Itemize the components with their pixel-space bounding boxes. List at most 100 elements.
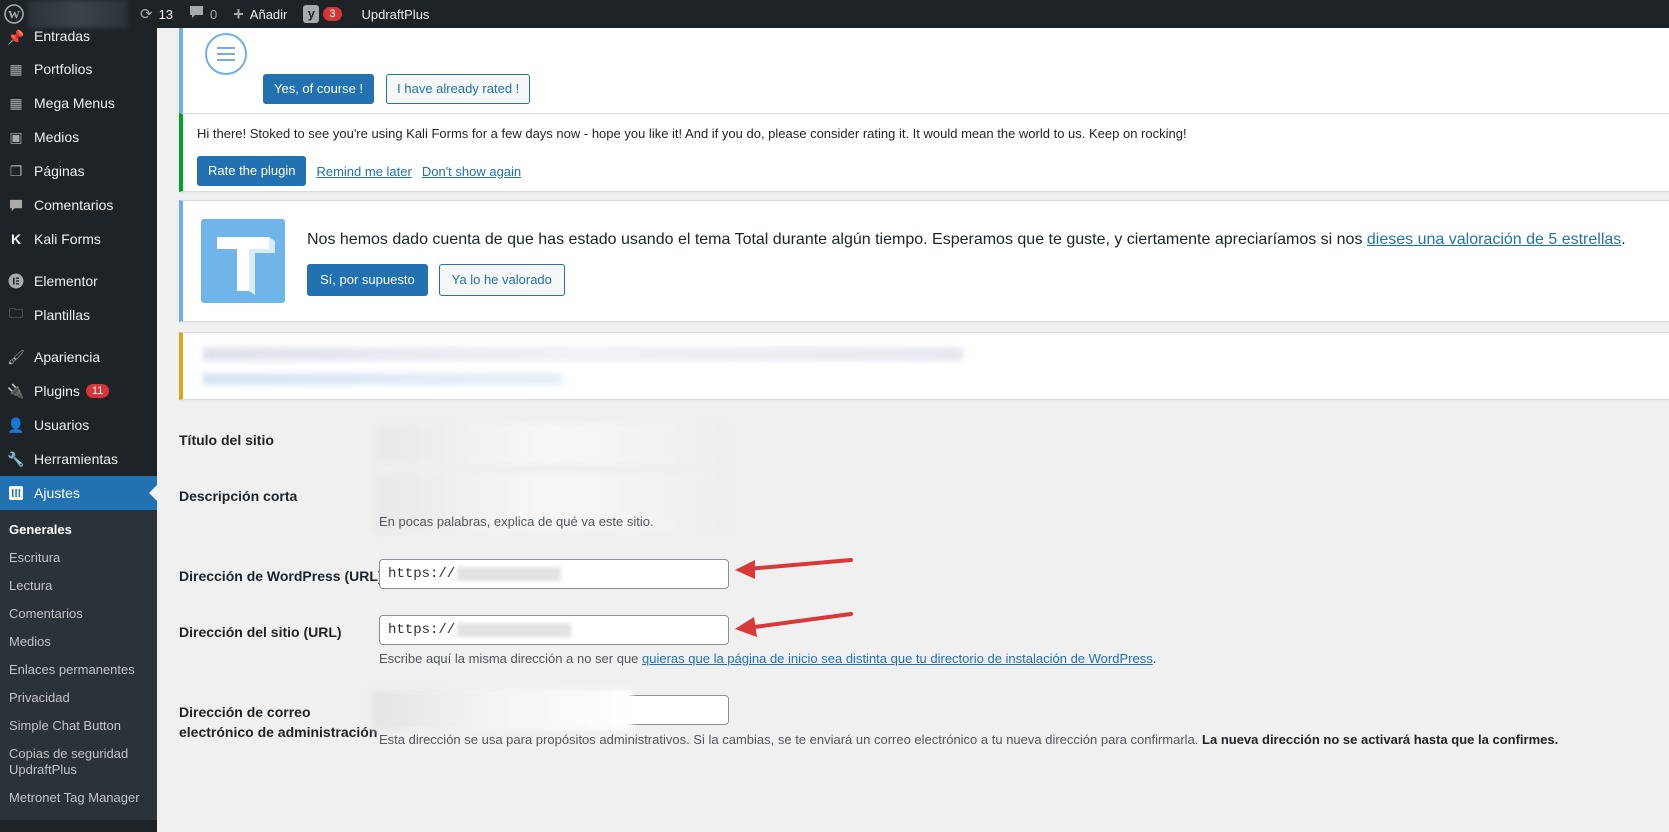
site-url-value: https:// <box>388 622 456 638</box>
blurred-notice <box>179 332 1669 400</box>
menu-kali-forms[interactable]: K Kali Forms <box>0 222 157 256</box>
plugins-update-badge: 11 <box>85 384 110 398</box>
brush-icon: 🖌 <box>7 348 25 365</box>
submenu-comentarios[interactable]: Comentarios <box>0 600 157 628</box>
yes-of-course-button[interactable]: Yes, of course ! <box>263 74 375 104</box>
admin-email-blurred <box>372 690 632 730</box>
site-url-input[interactable]: https:// <box>379 615 729 645</box>
comments-count: 0 <box>210 6 218 22</box>
wordpress-url-label: Dirección de WordPress (URL) <box>179 568 383 584</box>
menu-medios[interactable]: ▣ Medios <box>0 120 157 154</box>
updraftplus-menu[interactable]: UpdraftPlus <box>350 0 438 28</box>
settings-icon <box>7 484 25 502</box>
yoast-badge: 3 <box>323 7 342 21</box>
tagline-label: Descripción corta <box>179 488 298 504</box>
submenu-privacidad[interactable]: Privacidad <box>0 684 157 712</box>
yoast-icon: y <box>303 5 320 23</box>
dont-show-again-link[interactable]: Don't show again <box>422 164 521 179</box>
elementor-icon <box>7 272 25 290</box>
menu-label: Elementor <box>34 273 98 289</box>
site-url-blurred <box>457 623 572 637</box>
site-url-help-link[interactable]: quieras que la página de inicio sea dist… <box>642 651 1153 666</box>
add-new-label: Añadir <box>249 6 288 22</box>
comment-icon <box>7 196 25 214</box>
site-url-description: Escribe aquí la misma dirección a no ser… <box>379 651 1157 666</box>
grid-icon: ▦ <box>9 60 23 77</box>
menu-mega-menus[interactable]: ▦ Mega Menus <box>0 86 157 120</box>
plugin-icon: 🔌 <box>7 382 25 399</box>
settings-submenu: Generales Escritura Lectura Comentarios … <box>0 510 157 820</box>
wordpress-logo-icon[interactable]: W <box>0 0 28 28</box>
menu-paginas[interactable]: ❐ Páginas <box>0 154 157 188</box>
menu-usuarios[interactable]: 👤 Usuarios <box>0 408 157 442</box>
remind-later-link[interactable]: Remind me later <box>316 164 411 179</box>
menu-label: Páginas <box>34 163 85 179</box>
menu-portfolios[interactable]: ▦ Portfolios <box>0 52 157 86</box>
grid-icon: ▦ <box>9 94 23 111</box>
menu-comentarios[interactable]: Comentarios <box>0 188 157 222</box>
rate-plugin-button[interactable]: Rate the plugin <box>197 156 307 186</box>
si-por-supuesto-button[interactable]: Sí, por supuesto <box>307 264 428 296</box>
updraftplus-label: UpdraftPlus <box>361 6 430 22</box>
main-content: Yes, of course ! I have already rated ! … <box>157 18 1669 832</box>
wordpress-url-input[interactable]: https:// <box>379 559 729 589</box>
admin-bar: W ⟳ 13 0 + Añadir y 3 UpdraftPlus <box>0 0 1669 28</box>
submenu-metronet-tag-manager[interactable]: Metronet Tag Manager <box>0 784 157 812</box>
five-star-rating-link[interactable]: dieses una valoración de 5 estrellas <box>1367 231 1621 248</box>
menu-label: Usuarios <box>34 417 90 433</box>
menu-label: Ajustes <box>34 485 80 501</box>
site-title-input-blurred[interactable] <box>375 424 727 464</box>
menu-plugins[interactable]: 🔌 Plugins 11 <box>0 374 157 408</box>
menu-circle-icon <box>205 33 247 75</box>
wordpress-url-value: https:// <box>388 566 456 582</box>
menu-ajustes[interactable]: Ajustes <box>0 476 157 510</box>
submenu-simple-chat-button[interactable]: Simple Chat Button <box>0 712 157 740</box>
site-url-label: Dirección del sitio (URL) <box>179 624 342 640</box>
plus-icon: + <box>233 3 244 24</box>
ya-lo-he-valorado-button[interactable]: Ya lo he valorado <box>438 264 565 296</box>
blurred-notice-content <box>203 347 963 361</box>
admin-sidebar: 📌 Entradas ▦ Portfolios ▦ Mega Menus ▣ M… <box>0 28 157 832</box>
add-new-menu[interactable]: + Añadir <box>225 0 295 28</box>
tagline-description: En pocas palabras, explica de qué va est… <box>379 514 654 529</box>
updates-menu[interactable]: ⟳ 13 <box>132 0 181 28</box>
menu-elementor[interactable]: Elementor <box>0 264 157 298</box>
wordpress-url-blurred <box>457 567 562 581</box>
comment-bubble-icon <box>189 5 204 23</box>
menu-label: Mega Menus <box>34 95 115 111</box>
menu-label: Plantillas <box>34 307 91 323</box>
menu-label: Portfolios <box>34 61 93 77</box>
total-theme-logo-icon <box>201 219 285 303</box>
menu-label: Kali Forms <box>34 231 101 247</box>
folder-icon: 🗀 <box>9 305 23 321</box>
submenu-escritura[interactable]: Escritura <box>0 544 157 572</box>
site-title-label: Título del sitio <box>179 432 274 448</box>
pages-icon: ❐ <box>9 162 23 179</box>
menu-label: Comentarios <box>34 197 114 213</box>
already-rated-button[interactable]: I have already rated ! <box>386 74 531 104</box>
menu-apariencia[interactable]: 🖌 Apariencia <box>0 340 157 374</box>
updates-count: 13 <box>158 6 174 22</box>
submenu-medios[interactable]: Medios <box>0 628 157 656</box>
media-icon: ▣ <box>9 128 23 145</box>
menu-herramientas[interactable]: 🔧 Herramientas <box>0 442 157 476</box>
red-arrow-icon <box>735 558 853 579</box>
submenu-lectura[interactable]: Lectura <box>0 572 157 600</box>
comments-menu[interactable]: 0 <box>181 0 225 28</box>
red-arrow-icon <box>735 612 853 637</box>
submenu-updraftplus-backups[interactable]: Copias de seguridad UpdraftPlus <box>0 740 157 784</box>
yoast-menu[interactable]: y 3 <box>295 0 349 28</box>
menu-entradas[interactable]: 📌 Entradas <box>0 28 157 46</box>
site-name-blurred[interactable] <box>28 0 128 28</box>
kali-icon: K <box>10 231 22 247</box>
blurred-notice-link <box>203 373 563 385</box>
user-icon: 👤 <box>7 416 25 433</box>
menu-label: Apariencia <box>34 349 101 365</box>
submenu-generales[interactable]: Generales <box>0 516 157 544</box>
menu-label: Herramientas <box>34 451 119 467</box>
menu-plantillas[interactable]: 🗀 Plantillas <box>0 298 157 332</box>
total-notice-body: Nos hemos dado cuenta de que has estado … <box>307 231 1367 248</box>
wrench-icon: 🔧 <box>7 450 25 467</box>
submenu-enlaces-permanentes[interactable]: Enlaces permanentes <box>0 656 157 684</box>
total-theme-notice-text: Nos hemos dado cuenta de que has estado … <box>307 231 1626 248</box>
